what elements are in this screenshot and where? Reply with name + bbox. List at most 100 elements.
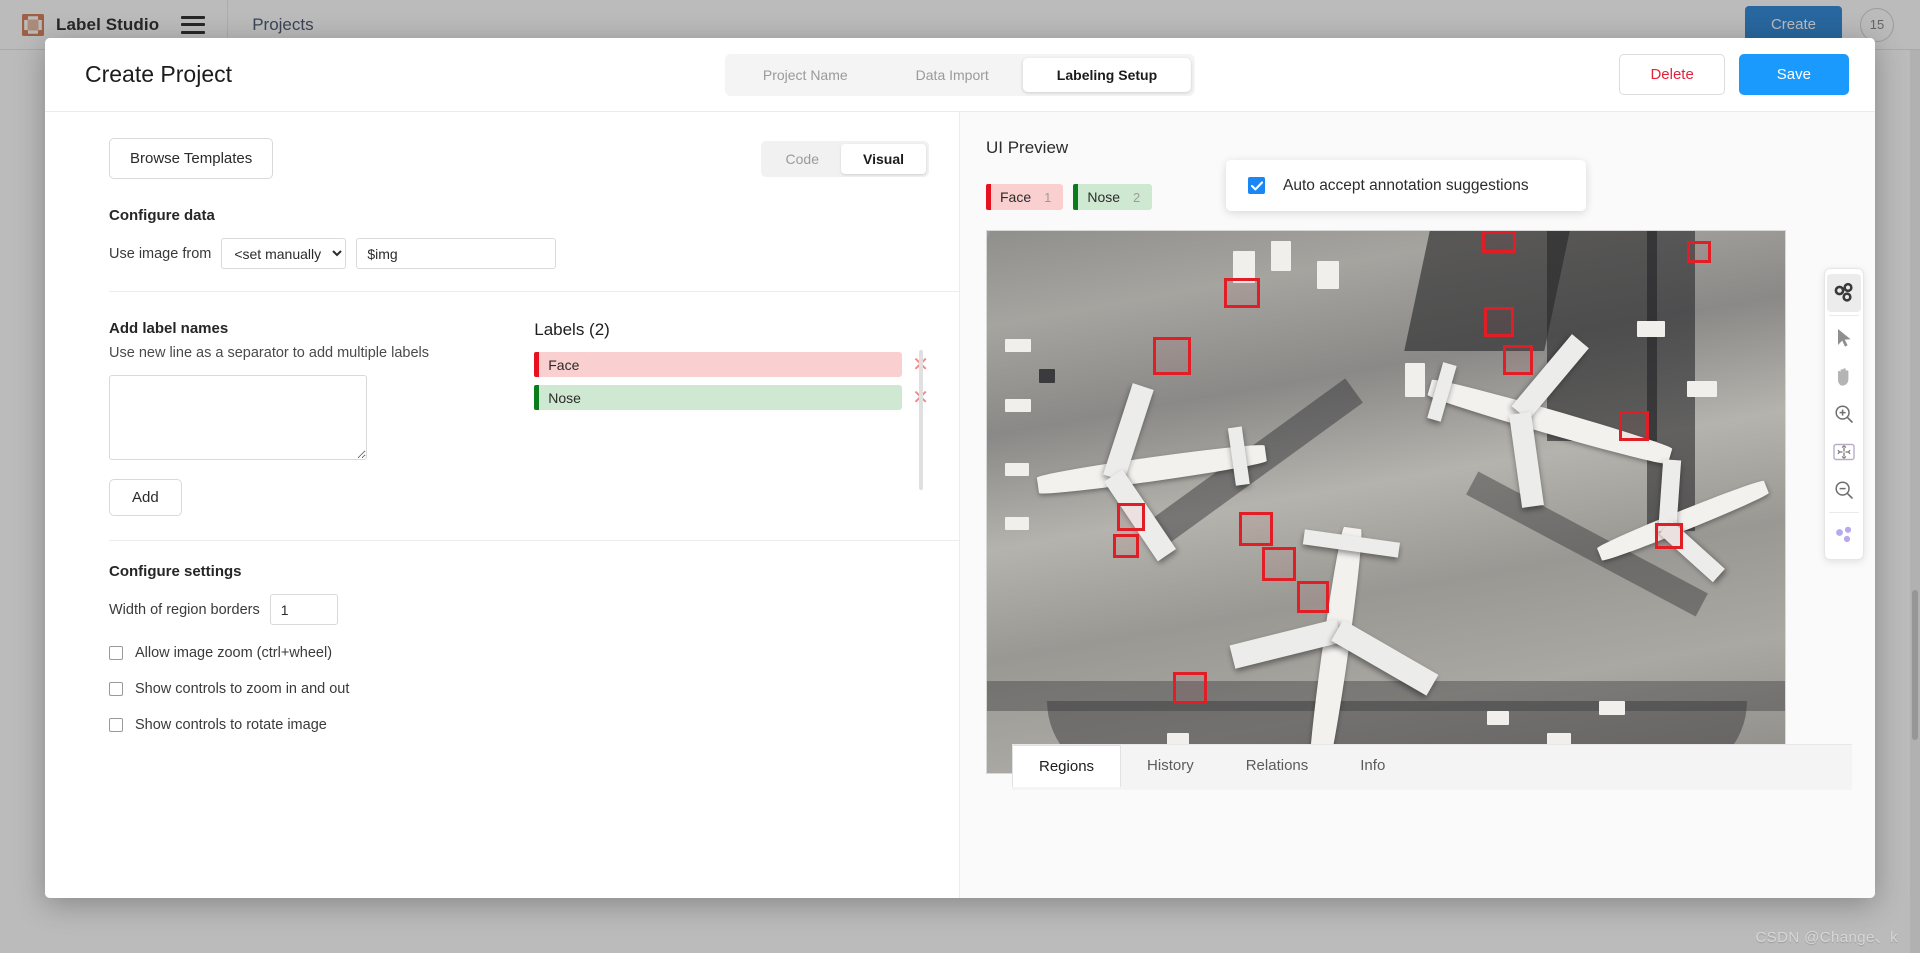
auto-accept-card[interactable]: Auto accept annotation suggestions xyxy=(1226,160,1586,211)
annotation-toolbar xyxy=(1824,268,1864,560)
annotation-canvas[interactable] xyxy=(986,230,1864,774)
wizard-steps: Project Name Data Import Labeling Setup xyxy=(724,53,1196,96)
labels-heading: Labels (2) xyxy=(534,320,610,339)
annotation-region[interactable] xyxy=(1484,307,1514,337)
annotation-region[interactable] xyxy=(1117,503,1145,531)
auto-accept-checkbox-icon[interactable] xyxy=(1248,177,1265,194)
tab-info[interactable]: Info xyxy=(1334,745,1411,786)
add-label-names-title: Add label names xyxy=(109,320,229,337)
label-name: Nose xyxy=(1087,189,1121,205)
label-chip-face[interactable]: Face xyxy=(534,352,903,377)
configure-data-section: Configure data Use image from <set manua… xyxy=(109,207,959,292)
divider xyxy=(109,291,959,292)
tab-visual[interactable]: Visual xyxy=(841,143,926,174)
label-names-textarea[interactable] xyxy=(109,375,367,460)
preview-inner: Face 1 Nose 2 Auto accept annotation sug… xyxy=(986,160,1864,790)
label-chip-nose[interactable]: Nose xyxy=(534,385,903,410)
toolbar-divider xyxy=(1829,512,1859,513)
configure-settings-title: Configure settings xyxy=(109,563,242,580)
delete-button[interactable]: Delete xyxy=(1619,54,1725,95)
configure-settings-section: Configure settings Width of region borde… xyxy=(109,563,929,733)
add-label-names-hint: Use new line as a separator to add multi… xyxy=(109,345,429,361)
preview-label-chip-face[interactable]: Face 1 xyxy=(986,184,1064,210)
tab-regions[interactable]: Regions xyxy=(1012,745,1122,787)
toolbar-divider xyxy=(1829,315,1859,316)
annotated-image[interactable] xyxy=(986,230,1786,774)
step-project-name[interactable]: Project Name xyxy=(729,58,882,92)
tab-code[interactable]: Code xyxy=(764,144,841,174)
annotation-region[interactable] xyxy=(1655,523,1683,549)
browse-templates-button[interactable]: Browse Templates xyxy=(109,138,274,179)
annotation-region[interactable] xyxy=(1297,581,1329,613)
modal-actions: Delete Save xyxy=(1619,54,1849,95)
checkbox-icon[interactable] xyxy=(109,682,123,696)
annotation-region[interactable] xyxy=(1153,337,1191,375)
divider xyxy=(109,540,959,541)
page-title: Create Project xyxy=(85,61,233,87)
image-source-row: Use image from <set manually> xyxy=(109,238,929,269)
preview-pane: UI Preview Face 1 Nose 2 Auto accept ann… xyxy=(960,112,1875,898)
airplane-shape xyxy=(1221,508,1454,773)
label-color-bar xyxy=(534,352,540,377)
label-name: Face xyxy=(548,356,580,373)
label-row-nose: Nose ✕ xyxy=(534,385,929,410)
annotation-region[interactable] xyxy=(1113,534,1139,558)
zoom-in-icon[interactable] xyxy=(1827,395,1861,433)
magic-keypoint-icon[interactable] xyxy=(1827,516,1861,554)
checkbox-label: Allow image zoom (ctrl+wheel) xyxy=(135,645,333,661)
checkbox-show-zoom-controls[interactable]: Show controls to zoom in and out xyxy=(109,681,929,697)
annotation-region[interactable] xyxy=(1173,672,1207,704)
border-width-input[interactable] xyxy=(269,594,338,625)
fit-to-screen-icon[interactable] xyxy=(1827,433,1861,471)
add-label-button[interactable]: Add xyxy=(109,479,182,516)
tab-relations[interactable]: Relations xyxy=(1220,745,1335,786)
label-hotkey: 1 xyxy=(1044,189,1052,205)
config-pane: Browse Templates Code Visual Configure d… xyxy=(45,112,960,898)
annotation-region[interactable] xyxy=(1503,345,1533,375)
preview-label-chip-nose[interactable]: Nose 2 xyxy=(1073,184,1153,210)
image-source-select[interactable]: <set manually> xyxy=(221,238,347,269)
editor-mode-toggle: Code Visual xyxy=(760,140,929,177)
label-color-bar xyxy=(1073,184,1079,210)
border-width-label: Width of region borders xyxy=(109,601,260,618)
modal-header: Create Project Project Name Data Import … xyxy=(45,38,1875,112)
add-labels-left: Add label names Use new line as a separa… xyxy=(109,320,484,516)
labels-scrollbar[interactable] xyxy=(919,350,923,490)
checkbox-label: Show controls to rotate image xyxy=(135,717,327,733)
border-width-row: Width of region borders xyxy=(109,594,929,625)
checkbox-icon[interactable] xyxy=(109,646,123,660)
cursor-arrow-icon[interactable] xyxy=(1827,319,1861,357)
annotation-region[interactable] xyxy=(1239,512,1273,546)
save-button[interactable]: Save xyxy=(1738,54,1849,95)
annotation-region[interactable] xyxy=(1687,241,1711,263)
step-labeling-setup[interactable]: Labeling Setup xyxy=(1022,57,1192,92)
checkbox-label: Show controls to zoom in and out xyxy=(135,681,350,697)
tab-history[interactable]: History xyxy=(1121,745,1220,786)
label-color-bar xyxy=(986,184,991,210)
step-data-import[interactable]: Data Import xyxy=(882,58,1023,92)
config-toolbar: Browse Templates Code Visual xyxy=(109,138,929,179)
checkbox-allow-image-zoom[interactable]: Allow image zoom (ctrl+wheel) xyxy=(109,645,929,661)
label-name: Face xyxy=(1000,189,1032,205)
configure-data-title: Configure data xyxy=(109,207,215,224)
annotation-region[interactable] xyxy=(1482,231,1516,253)
pan-hand-icon[interactable] xyxy=(1827,357,1861,395)
checkbox-show-rotate-controls[interactable]: Show controls to rotate image xyxy=(109,717,929,733)
auto-accept-label: Auto accept annotation suggestions xyxy=(1283,176,1529,194)
label-color-bar xyxy=(534,385,540,410)
keypoint-tool-icon[interactable] xyxy=(1827,274,1861,312)
annotation-region[interactable] xyxy=(1224,278,1260,308)
annotation-region[interactable] xyxy=(1262,547,1296,581)
zoom-out-icon[interactable] xyxy=(1827,471,1861,509)
image-value-input[interactable] xyxy=(356,238,557,269)
annotation-region[interactable] xyxy=(1619,411,1649,441)
label-row-face: Face ✕ xyxy=(534,352,929,377)
create-project-modal: Create Project Project Name Data Import … xyxy=(45,38,1875,898)
add-labels-section: Add label names Use new line as a separa… xyxy=(109,320,959,541)
label-hotkey: 2 xyxy=(1133,189,1141,205)
modal-body: Browse Templates Code Visual Configure d… xyxy=(45,112,1875,898)
labels-list: Labels (2) Face ✕ Nose xyxy=(534,320,929,516)
airplane-shape xyxy=(1018,380,1277,562)
use-image-from-label: Use image from xyxy=(109,245,212,262)
checkbox-icon[interactable] xyxy=(109,718,123,732)
